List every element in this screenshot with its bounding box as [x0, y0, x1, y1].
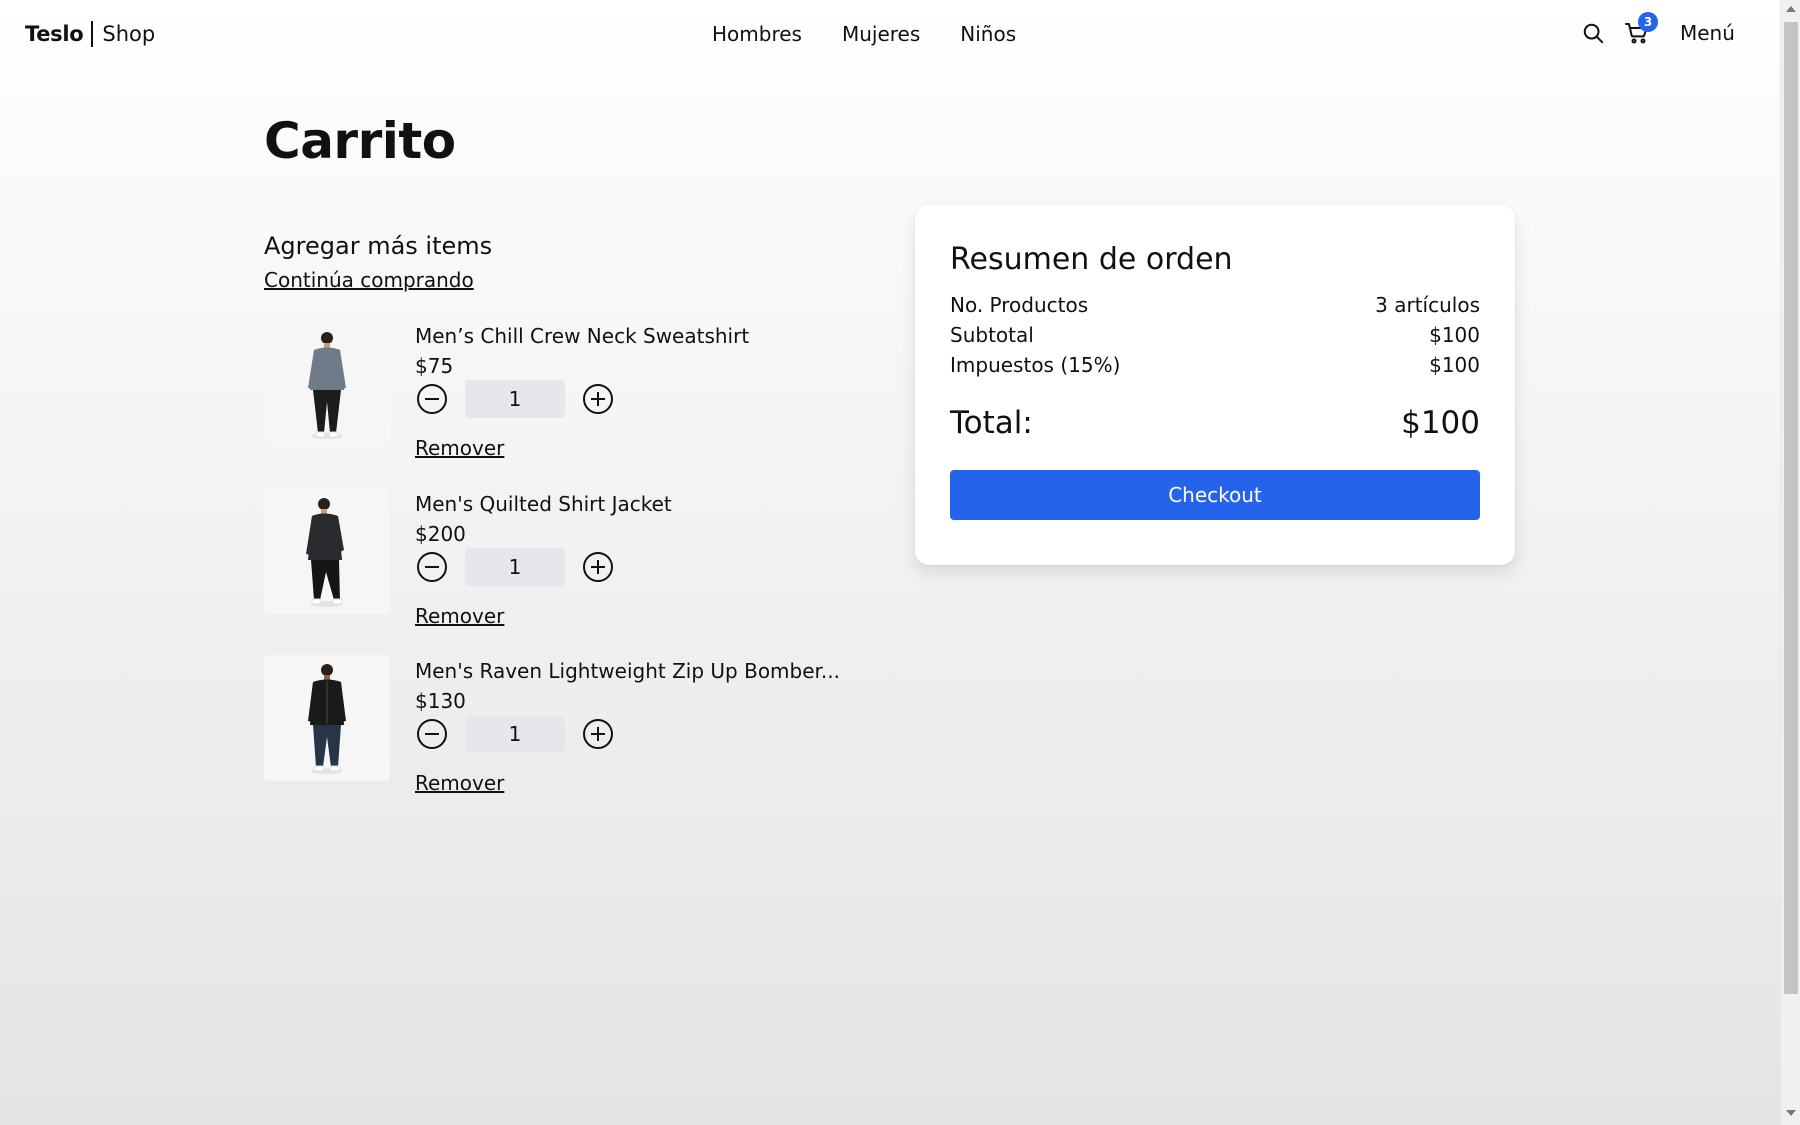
increase-quantity-button[interactable]	[581, 382, 615, 416]
category-nav: Hombres Mujeres Niños	[712, 22, 1016, 46]
product-image[interactable]	[264, 488, 390, 614]
cart-button[interactable]: 3	[1624, 12, 1658, 48]
cart-item: Men's Raven Lightweight Zip Up Bomber...…	[264, 655, 844, 795]
cart-item: Men's Quilted Shirt Jacket $200 1 Remove…	[264, 488, 844, 628]
product-photo	[264, 655, 390, 781]
cart-item: Men’s Chill Crew Neck Sweatshirt $75 1 R…	[264, 320, 844, 460]
nav-link-hombres[interactable]: Hombres	[712, 22, 802, 46]
brand-name: Teslo	[25, 22, 84, 46]
remove-item-link[interactable]: Remover	[415, 604, 504, 628]
product-photo	[264, 320, 390, 446]
order-summary-card: Resumen de orden No. Productos 3 artícul…	[915, 205, 1515, 565]
increase-quantity-button[interactable]	[581, 717, 615, 751]
summary-row-value: $100	[1429, 353, 1480, 377]
quantity-selector: 1	[415, 379, 615, 419]
minus-circle-icon	[417, 719, 447, 749]
summary-row-taxes: Impuestos (15%) $100	[950, 353, 1480, 377]
product-photo	[264, 488, 390, 614]
summary-row-label: Impuestos (15%)	[950, 353, 1121, 377]
scrollbar-thumb[interactable]	[1784, 22, 1798, 994]
quantity-value: 1	[465, 380, 565, 418]
summary-total-row: Total: $100	[950, 405, 1480, 441]
brand-subtitle: Shop	[102, 22, 156, 46]
product-name[interactable]: Men's Raven Lightweight Zip Up Bomber...	[415, 659, 840, 683]
product-image[interactable]	[264, 320, 390, 446]
page-scrollbar[interactable]	[1780, 0, 1800, 1125]
quantity-value: 1	[465, 715, 565, 753]
quantity-value: 1	[465, 548, 565, 586]
scroll-down-arrow-icon[interactable]	[1786, 1110, 1796, 1116]
quantity-selector: 1	[415, 547, 615, 587]
nav-link-mujeres[interactable]: Mujeres	[842, 22, 920, 46]
product-name[interactable]: Men’s Chill Crew Neck Sweatshirt	[415, 324, 749, 348]
brand-logo[interactable]: Teslo Shop	[25, 21, 155, 47]
navbar-actions: 3 Menú	[1580, 12, 1735, 48]
minus-circle-icon	[417, 552, 447, 582]
decrease-quantity-button[interactable]	[415, 717, 449, 751]
quantity-selector: 1	[415, 714, 615, 754]
total-value: $100	[1401, 405, 1480, 441]
plus-circle-icon	[583, 552, 613, 582]
decrease-quantity-button[interactable]	[415, 550, 449, 584]
cart-count-badge: 3	[1638, 12, 1658, 32]
top-navbar: Teslo Shop Hombres Mujeres Niños 3 Menú	[0, 0, 1780, 70]
increase-quantity-button[interactable]	[581, 550, 615, 584]
summary-row-label: No. Productos	[950, 293, 1089, 317]
brand-divider	[91, 21, 94, 47]
product-price: $200	[415, 522, 466, 546]
summary-row-label: Subtotal	[950, 323, 1034, 347]
product-price: $130	[415, 689, 466, 713]
checkout-button[interactable]: Checkout	[950, 470, 1480, 520]
product-name[interactable]: Men's Quilted Shirt Jacket	[415, 492, 672, 516]
plus-circle-icon	[583, 384, 613, 414]
summary-row-value: 3 artículos	[1375, 293, 1480, 317]
summary-row-products: No. Productos 3 artículos	[950, 293, 1480, 317]
product-price: $75	[415, 354, 454, 378]
search-button[interactable]	[1580, 18, 1606, 48]
order-summary-title: Resumen de orden	[950, 242, 1233, 277]
add-more-heading: Agregar más items	[264, 232, 493, 260]
product-image[interactable]	[264, 655, 390, 781]
search-icon	[1583, 23, 1604, 44]
decrease-quantity-button[interactable]	[415, 382, 449, 416]
continue-shopping-link[interactable]: Continúa comprando	[264, 268, 474, 292]
summary-row-subtotal: Subtotal $100	[950, 323, 1480, 347]
remove-item-link[interactable]: Remover	[415, 771, 504, 795]
scroll-up-arrow-icon[interactable]	[1786, 6, 1796, 12]
summary-row-value: $100	[1429, 323, 1480, 347]
nav-link-ninos[interactable]: Niños	[960, 22, 1016, 46]
plus-circle-icon	[583, 719, 613, 749]
total-label: Total:	[950, 405, 1033, 441]
remove-item-link[interactable]: Remover	[415, 436, 504, 460]
page-title: Carrito	[264, 112, 456, 170]
minus-circle-icon	[417, 384, 447, 414]
menu-button[interactable]: Menú	[1680, 21, 1735, 45]
